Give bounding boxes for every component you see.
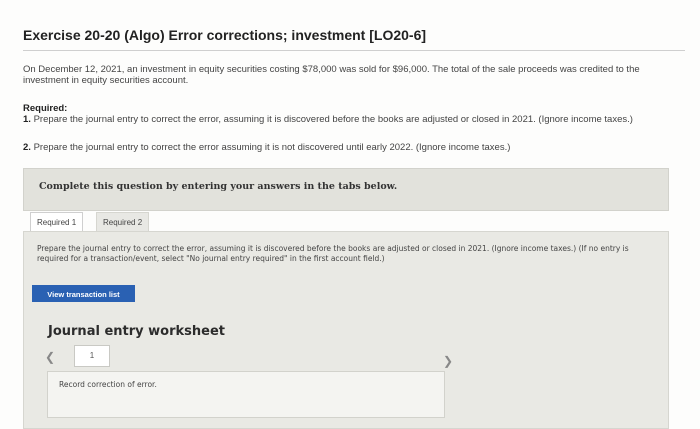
view-transaction-list-button[interactable]: View transaction list: [32, 285, 135, 302]
title-divider: [23, 50, 685, 51]
required-label: Required:: [23, 103, 68, 114]
instructions-banner: Complete this question by entering your …: [23, 168, 669, 211]
tab-panel: Prepare the journal entry to correct the…: [23, 231, 669, 429]
problem-intro: On December 12, 2021, an investment in e…: [23, 64, 640, 86]
requirement-1-text: Prepare the journal entry to correct the…: [30, 114, 633, 125]
record-entry-text: Record correction of error.: [59, 380, 157, 389]
page-title: Exercise 20-20 (Algo) Error corrections;…: [23, 27, 427, 43]
requirement-2-number: 2.: [23, 142, 31, 153]
tab-required-2[interactable]: Required 2: [96, 212, 150, 232]
requirement-1: 1. Prepare the journal entry to correct …: [23, 114, 673, 125]
requirement-2: 2. Prepare the journal entry to correct …: [23, 142, 673, 153]
page-number[interactable]: 1: [74, 345, 110, 367]
tab-required-1[interactable]: Required 1: [30, 212, 84, 232]
instructions-text: Complete this question by entering your …: [39, 181, 398, 192]
record-entry-card[interactable]: Record correction of error.: [47, 371, 445, 418]
chevron-right-icon[interactable]: ❯: [443, 354, 453, 368]
worksheet-title: Journal entry worksheet: [48, 324, 225, 339]
panel-instruction: Prepare the journal entry to correct the…: [37, 244, 629, 263]
chevron-left-icon[interactable]: ❮: [45, 350, 55, 364]
requirement-1-number: 1.: [23, 114, 31, 125]
requirement-2-text: Prepare the journal entry to correct the…: [30, 142, 511, 153]
